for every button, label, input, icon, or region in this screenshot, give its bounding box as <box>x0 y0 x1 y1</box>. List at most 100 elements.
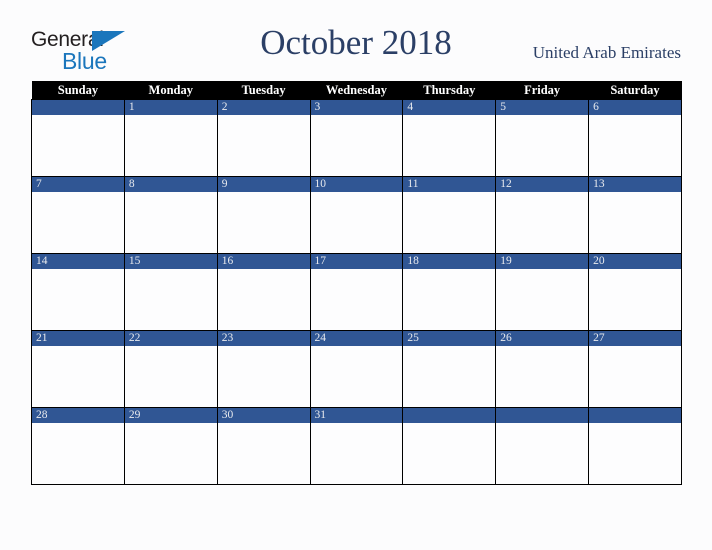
day-cell[interactable]: 26 <box>495 330 590 408</box>
day-notes-area[interactable] <box>310 423 403 484</box>
day-number: 21 <box>32 331 124 346</box>
day-number: 18 <box>403 254 496 269</box>
day-number <box>403 408 496 423</box>
day-notes-area[interactable] <box>403 346 496 407</box>
day-number: 7 <box>32 177 124 192</box>
day-cell[interactable]: 15 <box>123 253 218 331</box>
day-number: 2 <box>217 100 310 115</box>
day-notes-area[interactable] <box>32 115 124 176</box>
day-cell[interactable]: 7 <box>31 176 125 254</box>
day-cell[interactable]: 1 <box>123 99 218 177</box>
day-notes-area[interactable] <box>310 115 403 176</box>
day-number: 1 <box>124 100 217 115</box>
day-notes-area[interactable] <box>310 269 403 330</box>
day-cell[interactable]: 9 <box>216 176 311 254</box>
weekday-header-saturday: Saturday <box>588 81 682 100</box>
day-cell[interactable]: 4 <box>402 99 497 177</box>
day-cell[interactable]: 14 <box>31 253 125 331</box>
day-number: 28 <box>32 408 124 423</box>
day-cell[interactable]: 31 <box>309 407 404 485</box>
day-notes-area[interactable] <box>496 192 589 253</box>
day-cell[interactable] <box>495 407 590 485</box>
day-cell[interactable] <box>402 407 497 485</box>
day-number: 23 <box>217 331 310 346</box>
day-cell[interactable]: 3 <box>309 99 404 177</box>
day-number <box>32 100 124 115</box>
day-notes-area[interactable] <box>32 269 124 330</box>
day-notes-area[interactable] <box>589 269 681 330</box>
week-row: 21 22 23 24 25 26 27 <box>31 330 682 408</box>
day-notes-area[interactable] <box>310 192 403 253</box>
day-cell[interactable]: 30 <box>216 407 311 485</box>
day-notes-area[interactable] <box>589 115 681 176</box>
day-cell[interactable]: 16 <box>216 253 311 331</box>
day-number: 19 <box>496 254 589 269</box>
country-label: United Arab Emirates <box>532 43 681 62</box>
day-cell[interactable] <box>31 99 125 177</box>
weekday-header-friday: Friday <box>495 81 589 100</box>
day-cell[interactable]: 10 <box>309 176 404 254</box>
day-notes-area[interactable] <box>217 192 310 253</box>
day-number: 3 <box>310 100 403 115</box>
day-cell[interactable]: 17 <box>309 253 404 331</box>
day-cell[interactable] <box>588 407 682 485</box>
day-notes-area[interactable] <box>124 346 217 407</box>
day-notes-area[interactable] <box>217 269 310 330</box>
day-cell[interactable]: 23 <box>216 330 311 408</box>
day-notes-area[interactable] <box>124 192 217 253</box>
week-row: 7 8 9 10 11 12 13 <box>31 176 682 254</box>
day-number: 4 <box>403 100 496 115</box>
day-cell[interactable]: 25 <box>402 330 497 408</box>
day-cell[interactable]: 13 <box>588 176 682 254</box>
day-notes-area[interactable] <box>310 346 403 407</box>
day-notes-area[interactable] <box>496 269 589 330</box>
day-number <box>589 408 681 423</box>
day-cell[interactable]: 2 <box>216 99 311 177</box>
day-cell[interactable]: 22 <box>123 330 218 408</box>
day-number: 15 <box>124 254 217 269</box>
day-notes-area[interactable] <box>403 115 496 176</box>
day-cell[interactable]: 27 <box>588 330 682 408</box>
month-calendar-grid: Sunday Monday Tuesday Wednesday Thursday… <box>31 81 682 485</box>
day-notes-area[interactable] <box>124 269 217 330</box>
day-notes-area[interactable] <box>589 423 681 484</box>
day-notes-area[interactable] <box>589 192 681 253</box>
day-cell[interactable]: 5 <box>495 99 590 177</box>
day-cell[interactable]: 8 <box>123 176 218 254</box>
day-notes-area[interactable] <box>32 192 124 253</box>
calendar-page: General Blue October 2018 United Arab Em… <box>0 0 712 550</box>
week-row: 1 2 3 4 5 6 <box>31 99 682 177</box>
day-number: 9 <box>217 177 310 192</box>
day-notes-area[interactable] <box>496 346 589 407</box>
day-notes-area[interactable] <box>217 346 310 407</box>
day-notes-area[interactable] <box>589 346 681 407</box>
day-cell[interactable]: 24 <box>309 330 404 408</box>
day-cell[interactable]: 28 <box>31 407 125 485</box>
day-notes-area[interactable] <box>496 115 589 176</box>
day-cell[interactable]: 21 <box>31 330 125 408</box>
day-notes-area[interactable] <box>32 346 124 407</box>
day-notes-area[interactable] <box>124 115 217 176</box>
day-notes-area[interactable] <box>403 192 496 253</box>
weekday-header-row: Sunday Monday Tuesday Wednesday Thursday… <box>31 81 682 100</box>
day-number: 22 <box>124 331 217 346</box>
day-notes-area[interactable] <box>32 423 124 484</box>
day-number: 20 <box>589 254 681 269</box>
day-notes-area[interactable] <box>217 423 310 484</box>
day-cell[interactable]: 20 <box>588 253 682 331</box>
day-notes-area[interactable] <box>124 423 217 484</box>
day-notes-area[interactable] <box>217 115 310 176</box>
day-cell[interactable]: 6 <box>588 99 682 177</box>
day-cell[interactable]: 29 <box>123 407 218 485</box>
page-header: General Blue October 2018 United Arab Em… <box>0 0 712 80</box>
day-number: 6 <box>589 100 681 115</box>
day-number: 27 <box>589 331 681 346</box>
day-cell[interactable]: 12 <box>495 176 590 254</box>
day-notes-area[interactable] <box>403 423 496 484</box>
week-row: 28 29 30 31 <box>31 407 682 485</box>
day-notes-area[interactable] <box>403 269 496 330</box>
day-cell[interactable]: 11 <box>402 176 497 254</box>
day-cell[interactable]: 18 <box>402 253 497 331</box>
day-notes-area[interactable] <box>496 423 589 484</box>
day-cell[interactable]: 19 <box>495 253 590 331</box>
